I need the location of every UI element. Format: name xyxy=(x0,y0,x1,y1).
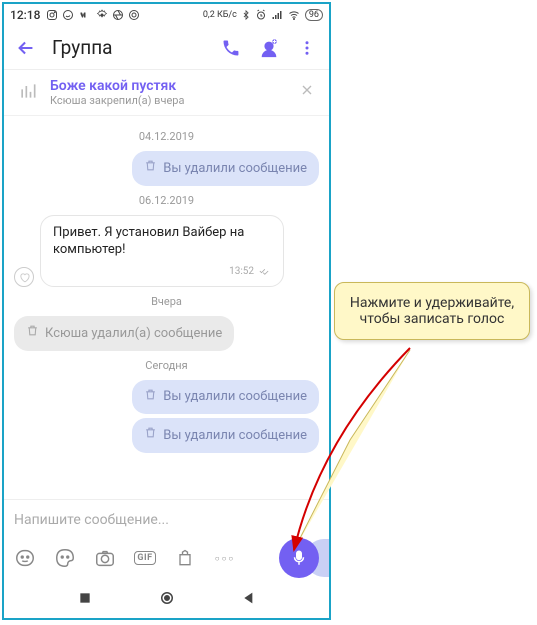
input-toolbar: GIF ○○○ xyxy=(14,538,319,578)
wifi-icon xyxy=(287,9,301,21)
vk-icon xyxy=(78,9,92,21)
message-text: Вы удалили сообщение xyxy=(163,160,307,178)
aperture-icon xyxy=(112,9,124,21)
status-time: 12:18 xyxy=(10,8,40,22)
date-label: 06.12.2019 xyxy=(14,194,319,207)
trash-icon xyxy=(26,324,39,343)
date-label: Вчера xyxy=(14,295,319,308)
chat-header: Группа xyxy=(4,26,329,70)
message-row: Привет. Я установил Вайбер на компьютер!… xyxy=(14,215,319,288)
date-label: 04.12.2019 xyxy=(14,130,319,143)
tooltip-callout: Нажмите и удерживайте, чтобы записать го… xyxy=(334,282,530,340)
deleted-message-bubble[interactable]: Вы удалили сообщение xyxy=(132,151,319,186)
pinned-subtitle: Ксюша закрепил(а) вчера xyxy=(50,94,287,107)
pinned-text: Боже какой пустяк Ксюша закрепил(а) вчер… xyxy=(50,78,287,107)
nav-back-button[interactable] xyxy=(241,590,257,610)
pinned-message[interactable]: Боже какой пустяк Ксюша закрепил(а) вчер… xyxy=(4,70,329,116)
sticker-icon[interactable] xyxy=(54,547,76,569)
pinned-chart-icon xyxy=(18,81,38,105)
smiley-icon[interactable] xyxy=(14,547,36,569)
incoming-message-bubble[interactable]: Привет. Я установил Вайбер на компьютер!… xyxy=(40,215,284,288)
deleted-message-bubble[interactable]: Вы удалили сообщение xyxy=(132,418,319,453)
lens-icon xyxy=(128,9,140,21)
signal-icon xyxy=(271,9,283,21)
callout-text: Нажмите и удерживайте, чтобы записать го… xyxy=(350,295,514,327)
more-options-button[interactable] xyxy=(295,36,319,60)
chat-title[interactable]: Группа xyxy=(52,36,205,59)
alarm-icon xyxy=(255,9,267,21)
message-row: Ксюша удалил(а) сообщение xyxy=(14,316,319,351)
message-row: Вы удалили сообщение xyxy=(14,151,319,186)
deleted-message-bubble[interactable]: Ксюша удалил(а) сообщение xyxy=(14,316,234,351)
voice-record-button[interactable] xyxy=(279,538,319,578)
message-meta: 13:52 xyxy=(229,265,271,279)
settings-icon xyxy=(96,9,108,21)
attach-icon[interactable] xyxy=(174,547,196,569)
nav-home-button[interactable] xyxy=(158,589,176,611)
message-text: Вы удалили сообщение xyxy=(163,388,307,406)
status-bar: 12:18 0,2 КБ/с xyxy=(4,4,329,26)
message-text: Вы удалили сообщение xyxy=(163,427,307,445)
like-button[interactable] xyxy=(14,267,34,287)
back-button[interactable] xyxy=(14,36,38,60)
pinned-title: Боже какой пустяк xyxy=(50,78,287,94)
message-row: Вы удалили сообщение xyxy=(14,418,319,453)
battery-indicator: 96 xyxy=(305,9,323,21)
whatsapp-icon xyxy=(62,9,74,21)
more-input-button[interactable]: ○○○ xyxy=(214,547,236,569)
trash-icon xyxy=(144,388,157,407)
message-text: Ксюша удалил(а) сообщение xyxy=(45,325,222,343)
message-input[interactable]: Напишите сообщение... xyxy=(14,508,319,538)
pinned-close-button[interactable] xyxy=(299,82,315,103)
data-rate: 0,2 КБ/с xyxy=(203,10,237,20)
bluetooth-icon xyxy=(241,9,251,21)
add-member-button[interactable] xyxy=(257,36,281,60)
date-label: Сегодня xyxy=(14,359,319,372)
message-text: Привет. Я установил Вайбер на компьютер! xyxy=(53,224,271,259)
nav-recent-button[interactable] xyxy=(77,590,93,610)
message-row: Вы удалили сообщение xyxy=(14,380,319,415)
gif-button[interactable]: GIF xyxy=(134,547,156,569)
call-button[interactable] xyxy=(219,36,243,60)
messages-area[interactable]: 04.12.2019 Вы удалили сообщение 06.12.20… xyxy=(4,116,329,499)
trash-icon xyxy=(144,426,157,445)
camera-icon[interactable] xyxy=(94,547,116,569)
trash-icon xyxy=(144,159,157,178)
deleted-message-bubble[interactable]: Вы удалили сообщение xyxy=(132,380,319,415)
status-left: 12:18 xyxy=(10,8,140,22)
input-bar: Напишите сообщение... GIF ○○○ xyxy=(4,499,329,582)
phone-frame: 12:18 0,2 КБ/с xyxy=(2,2,331,620)
instagram-icon xyxy=(46,9,58,21)
status-right: 0,2 КБ/с 96 xyxy=(203,9,323,21)
android-nav-bar xyxy=(4,582,329,618)
